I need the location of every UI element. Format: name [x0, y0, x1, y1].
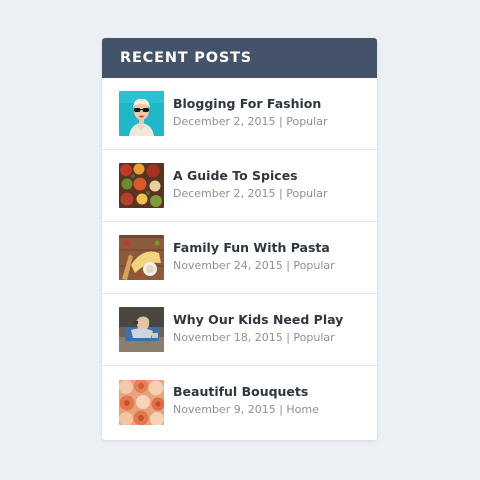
post-thumbnail-roses[interactable]	[119, 379, 164, 425]
spices-image	[119, 163, 164, 208]
post-item-beautiful-bouquets[interactable]: Beautiful Bouquets November 9, 2015 | Ho…	[102, 366, 377, 438]
post-title[interactable]: Why Our Kids Need Play	[173, 312, 343, 328]
pasta-image	[119, 235, 164, 280]
post-text: Beautiful Bouquets November 9, 2015 | Ho…	[173, 384, 319, 418]
roses-image	[119, 379, 164, 425]
post-meta: November 18, 2015 | Popular	[173, 330, 335, 344]
widget-title: RECENT POSTS	[120, 50, 253, 66]
post-meta: November 24, 2015 | Popular	[173, 258, 335, 272]
widget-header: RECENT POSTS	[102, 38, 377, 78]
post-list: Blogging For Fashion December 2, 2015 | …	[102, 78, 377, 438]
post-title[interactable]: Beautiful Bouquets	[173, 384, 319, 400]
post-item-blogging-for-fashion[interactable]: Blogging For Fashion December 2, 2015 | …	[102, 78, 377, 150]
woman-sunglasses-image	[119, 91, 164, 136]
post-text: Blogging For Fashion December 2, 2015 | …	[173, 96, 328, 130]
post-title[interactable]: A Guide To Spices	[173, 168, 327, 184]
post-title[interactable]: Family Fun With Pasta	[173, 240, 335, 256]
post-thumbnail-spices[interactable]	[119, 163, 164, 208]
post-text: Family Fun With Pasta November 24, 2015 …	[173, 240, 335, 274]
post-item-why-our-kids-need-play[interactable]: Why Our Kids Need Play November 18, 2015…	[102, 294, 377, 366]
post-meta: December 2, 2015 | Popular	[173, 114, 328, 128]
post-text: A Guide To Spices December 2, 2015 | Pop…	[173, 168, 328, 202]
post-thumbnail-woman-sunglasses[interactable]	[119, 91, 164, 136]
post-item-family-fun-with-pasta[interactable]: Family Fun With Pasta November 24, 2015 …	[102, 222, 377, 294]
post-thumbnail-child-playing[interactable]	[119, 307, 164, 352]
post-text: Why Our Kids Need Play November 18, 2015…	[173, 312, 343, 346]
recent-posts-widget: RECENT POSTS Blogging For Fashion Decemb…	[102, 38, 377, 440]
post-thumbnail-pasta[interactable]	[119, 235, 164, 280]
post-item-a-guide-to-spices[interactable]: A Guide To Spices December 2, 2015 | Pop…	[102, 150, 377, 222]
post-title[interactable]: Blogging For Fashion	[173, 96, 327, 112]
post-meta: December 2, 2015 | Popular	[173, 186, 328, 200]
child-playing-image	[119, 307, 164, 352]
post-meta: November 9, 2015 | Home	[173, 403, 319, 416]
